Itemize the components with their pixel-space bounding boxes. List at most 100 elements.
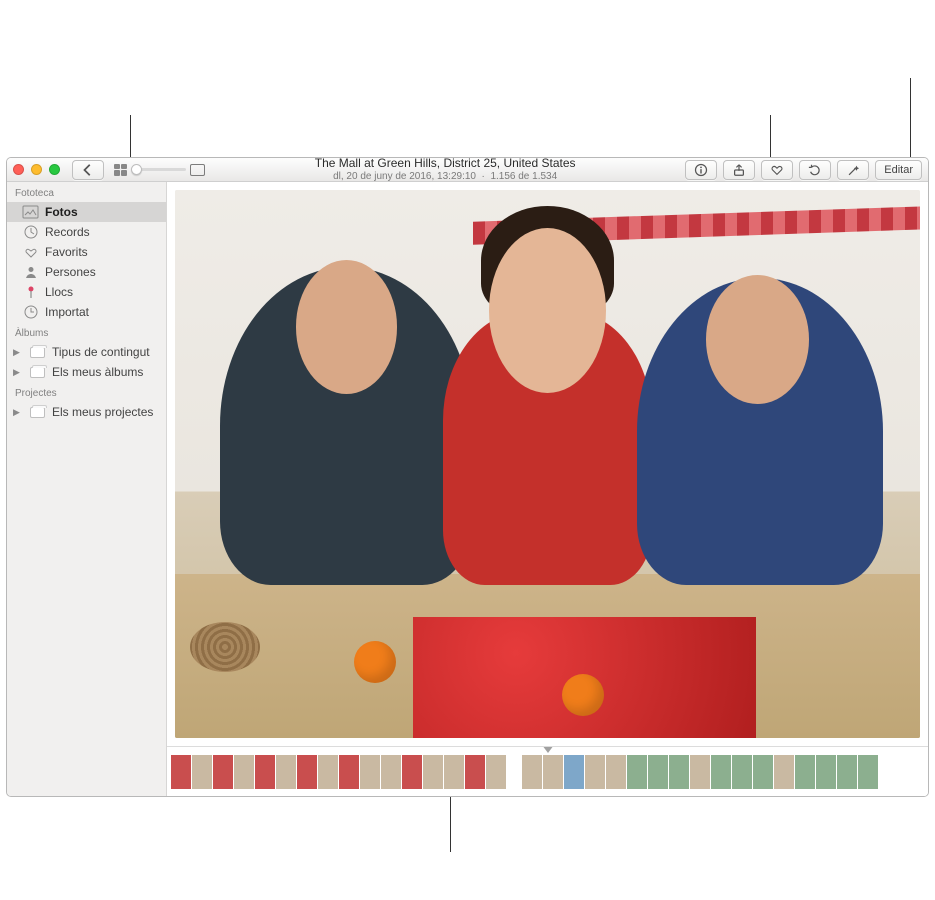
- thumbnail[interactable]: [795, 755, 815, 789]
- disclosure-triangle-icon[interactable]: ▶: [13, 347, 21, 358]
- fullscreen-window-button[interactable]: [49, 164, 60, 175]
- sidebar-section-albums: Àlbums: [7, 322, 166, 342]
- clock-import-icon: [23, 305, 38, 319]
- main-content: [167, 182, 928, 796]
- sidebar-item-label: Els meus projectes: [52, 405, 153, 419]
- thumbnail[interactable]: [543, 755, 563, 789]
- photo-viewer[interactable]: [167, 182, 928, 746]
- minimize-window-button[interactable]: [31, 164, 42, 175]
- edit-button[interactable]: Editar: [875, 160, 922, 180]
- pin-icon: [23, 285, 38, 299]
- thumbnail[interactable]: [858, 755, 878, 789]
- grid-view-icon: [114, 164, 127, 176]
- thumbnail[interactable]: [606, 755, 626, 789]
- sidebar-item-label: Llocs: [45, 285, 73, 299]
- thumbnail[interactable]: [213, 755, 233, 789]
- thumbnail[interactable]: [255, 755, 275, 789]
- thumbnail-strip[interactable]: [167, 746, 928, 796]
- sidebar: Fototeca Fotos Records: [7, 182, 167, 796]
- share-icon: [732, 163, 746, 177]
- album-icon: [30, 347, 45, 358]
- zoom-slider[interactable]: [131, 168, 186, 171]
- sidebar-section-projects: Projectes: [7, 382, 166, 402]
- auto-enhance-button[interactable]: [837, 160, 869, 180]
- sidebar-item-photos[interactable]: Fotos: [7, 202, 166, 222]
- thumbnail[interactable]: [297, 755, 317, 789]
- thumbnail[interactable]: [522, 755, 542, 789]
- thumbnail[interactable]: [444, 755, 464, 789]
- favorite-button[interactable]: [761, 160, 793, 180]
- clock-icon: [23, 225, 38, 239]
- thumbnail[interactable]: [732, 755, 752, 789]
- photo-position-count: 1.156 de 1.534: [490, 171, 557, 182]
- sidebar-item-imported[interactable]: Importat: [7, 302, 166, 322]
- thumbnail[interactable]: [402, 755, 422, 789]
- scrub-position-marker-icon: [542, 746, 554, 753]
- sidebar-item-label: Importat: [45, 305, 89, 319]
- sidebar-item-places[interactable]: Llocs: [7, 282, 166, 302]
- disclosure-triangle-icon[interactable]: ▶: [13, 407, 21, 418]
- thumbnail[interactable]: [774, 755, 794, 789]
- share-button[interactable]: [723, 160, 755, 180]
- sidebar-item-my-albums[interactable]: ▶ Els meus àlbums: [7, 362, 166, 382]
- thumbnail[interactable]: [318, 755, 338, 789]
- wand-icon: [846, 163, 860, 177]
- sidebar-item-label: Persones: [45, 265, 96, 279]
- thumbnail[interactable]: [585, 755, 605, 789]
- thumbnail[interactable]: [465, 755, 485, 789]
- sidebar-item-label: Tipus de contingut: [52, 345, 150, 359]
- sidebar-item-label: Records: [45, 225, 90, 239]
- info-icon: [694, 163, 708, 177]
- sidebar-section-library: Fototeca: [7, 182, 166, 202]
- thumbnail[interactable]: [669, 755, 689, 789]
- sidebar-item-my-projects[interactable]: ▶ Els meus projectes: [7, 402, 166, 422]
- toolbar: The Mall at Green Hills, District 25, Un…: [7, 158, 928, 182]
- heart-icon: [23, 245, 38, 259]
- thumbnail[interactable]: [816, 755, 836, 789]
- photos-icon: [23, 205, 38, 219]
- album-icon: [30, 367, 45, 378]
- thumbnail[interactable]: [360, 755, 380, 789]
- thumbnail[interactable]: [423, 755, 443, 789]
- rotate-icon: [808, 163, 822, 177]
- person-icon: [23, 265, 38, 279]
- back-button[interactable]: [72, 160, 104, 180]
- heart-icon: [770, 163, 784, 177]
- thumbnail[interactable]: [837, 755, 857, 789]
- sidebar-item-favorites[interactable]: Favorits: [7, 242, 166, 262]
- app-window: The Mall at Green Hills, District 25, Un…: [6, 157, 929, 797]
- thumbnail[interactable]: [627, 755, 647, 789]
- photo-datetime: dl, 20 de juny de 2016, 13:29:10: [333, 171, 476, 182]
- thumbnail[interactable]: [648, 755, 668, 789]
- disclosure-triangle-icon[interactable]: ▶: [13, 367, 21, 378]
- thumbnail[interactable]: [711, 755, 731, 789]
- window-controls: [13, 164, 60, 175]
- rotate-button[interactable]: [799, 160, 831, 180]
- thumbnail[interactable]: [486, 755, 506, 789]
- thumbnail[interactable]: [690, 755, 710, 789]
- zoom-slider-knob[interactable]: [131, 164, 142, 175]
- thumbnail[interactable]: [381, 755, 401, 789]
- thumbnail[interactable]: [753, 755, 773, 789]
- photo-subtitle: dl, 20 de juny de 2016, 13:29:10 · 1.156…: [211, 171, 679, 182]
- thumbnail[interactable]: [234, 755, 254, 789]
- sidebar-item-label: Els meus àlbums: [52, 365, 143, 379]
- sidebar-item-label: Fotos: [45, 205, 78, 219]
- thumbnail[interactable]: [171, 755, 191, 789]
- thumbnail[interactable]: [339, 755, 359, 789]
- edit-button-label: Editar: [884, 164, 913, 176]
- displayed-photo: [175, 190, 920, 738]
- callout-line: [910, 78, 911, 165]
- thumbnail[interactable]: [192, 755, 212, 789]
- info-button[interactable]: [685, 160, 717, 180]
- zoom-control[interactable]: [114, 164, 205, 176]
- close-window-button[interactable]: [13, 164, 24, 175]
- sidebar-item-label: Favorits: [45, 245, 88, 259]
- sidebar-item-content-types[interactable]: ▶ Tipus de contingut: [7, 342, 166, 362]
- thumbnail[interactable]: [276, 755, 296, 789]
- photo-location-title: The Mall at Green Hills, District 25, Un…: [211, 157, 679, 170]
- thumbnail[interactable]: [564, 755, 584, 789]
- sidebar-item-memories[interactable]: Records: [7, 222, 166, 242]
- callout-line: [450, 792, 451, 852]
- sidebar-item-people[interactable]: Persones: [7, 262, 166, 282]
